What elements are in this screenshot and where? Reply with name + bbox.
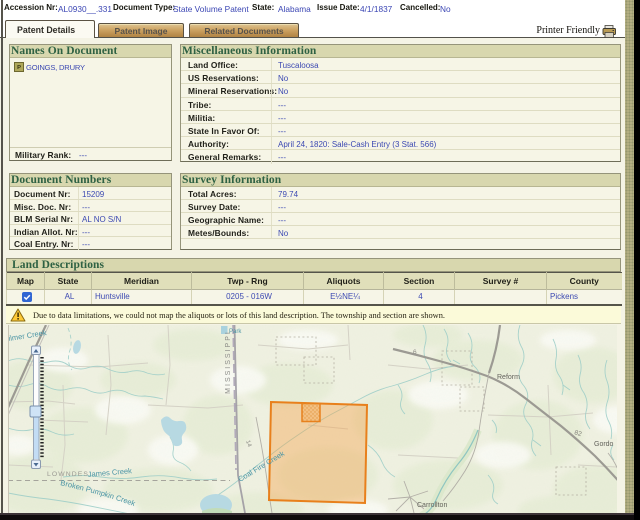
svg-text:P: P bbox=[17, 65, 21, 71]
svg-text:Reform: Reform bbox=[497, 374, 520, 381]
svg-text:Carrollton: Carrollton bbox=[417, 502, 447, 509]
svg-text:6: 6 bbox=[413, 349, 417, 356]
svg-text:MISSISSIPPI: MISSISSIPPI bbox=[225, 330, 232, 394]
svg-text:LOWNDES: LOWNDES bbox=[47, 471, 89, 478]
svg-text:Gordo: Gordo bbox=[594, 441, 614, 448]
